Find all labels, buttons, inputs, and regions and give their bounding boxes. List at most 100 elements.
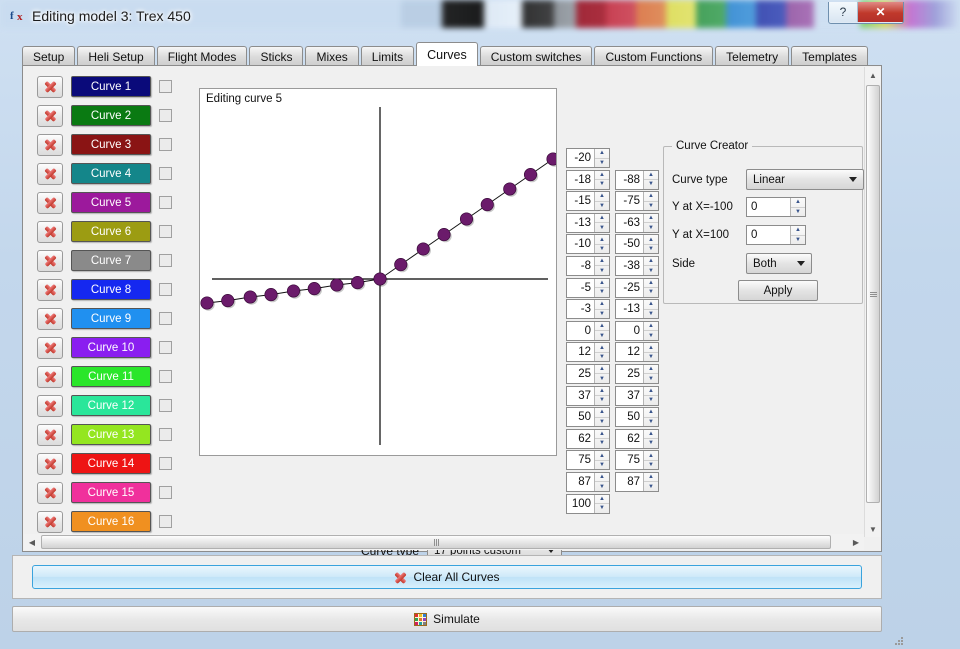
tab-setup[interactable]: Setup	[22, 46, 76, 66]
spinner-buttons[interactable]: ▲ ▼	[594, 213, 609, 232]
delete-curve-11-button[interactable]	[37, 365, 63, 388]
delete-curve-14-button[interactable]	[37, 452, 63, 475]
curve-point-6[interactable]	[307, 282, 321, 296]
curve-point-15[interactable]	[503, 182, 517, 196]
spinner-buttons[interactable]: ▲ ▼	[643, 235, 658, 254]
point-3-y-spinner[interactable]: -15 ▲ ▼	[566, 191, 610, 212]
curve-button-15[interactable]: Curve 15	[71, 482, 151, 503]
point-10-y-spinner[interactable]: 12 ▲ ▼	[566, 342, 610, 363]
delete-curve-7-button[interactable]	[37, 249, 63, 272]
spinner-buttons[interactable]: ▲ ▼	[643, 192, 658, 211]
curve-button-3[interactable]: Curve 3	[71, 134, 151, 155]
point-14-x-spinner[interactable]: 62 ▲ ▼	[615, 428, 659, 449]
spinner-buttons[interactable]: ▲ ▼	[643, 321, 658, 340]
delete-curve-1-button[interactable]	[37, 75, 63, 98]
curve-button-6[interactable]: Curve 6	[71, 221, 151, 242]
curve-point-7[interactable]	[330, 278, 344, 292]
spinner-buttons[interactable]: ▲ ▼	[643, 472, 658, 491]
curve-9-checkbox[interactable]	[159, 312, 172, 325]
spinner-buttons[interactable]: ▲ ▼	[643, 256, 658, 275]
curve-point-13[interactable]	[459, 212, 474, 226]
curve-button-13[interactable]: Curve 13	[71, 424, 151, 445]
point-5-x-spinner[interactable]: -50 ▲ ▼	[615, 234, 659, 255]
point-15-x-spinner[interactable]: 75 ▲ ▼	[615, 450, 659, 471]
spinner-buttons[interactable]: ▲ ▼	[594, 149, 609, 167]
horizontal-scroll-thumb[interactable]	[41, 535, 831, 549]
spinner-buttons[interactable]: ▲ ▼	[790, 226, 805, 244]
panel-horizontal-scrollbar[interactable]: ◀ ▶	[24, 534, 864, 550]
curve-point-5[interactable]	[286, 284, 301, 298]
tab-telemetry[interactable]: Telemetry	[715, 46, 790, 66]
curve-8-checkbox[interactable]	[159, 283, 172, 296]
spinner-buttons[interactable]: ▲ ▼	[643, 451, 658, 470]
point-3-x-spinner[interactable]: -75 ▲ ▼	[615, 191, 659, 212]
spinner-buttons[interactable]: ▲ ▼	[594, 235, 609, 254]
tab-flight-modes[interactable]: Flight Modes	[156, 46, 248, 66]
spinner-buttons[interactable]: ▲ ▼	[643, 343, 658, 362]
curve-point-3[interactable]	[243, 290, 257, 304]
curve-button-16[interactable]: Curve 16	[71, 511, 151, 532]
spinner-buttons[interactable]: ▲ ▼	[594, 494, 609, 513]
point-13-y-spinner[interactable]: 50 ▲ ▼	[566, 407, 610, 428]
creator-y-at-x100-spinner[interactable]: 0 ▲ ▼	[746, 225, 806, 245]
spinner-buttons[interactable]: ▲ ▼	[594, 278, 609, 297]
point-5-y-spinner[interactable]: -10 ▲ ▼	[566, 234, 610, 255]
scroll-up-arrow-icon[interactable]: ▲	[865, 67, 881, 83]
spinner-buttons[interactable]: ▲ ▼	[594, 343, 609, 362]
tab-templates[interactable]: Templates	[791, 46, 868, 66]
curve-10-checkbox[interactable]	[159, 341, 172, 354]
curve-point-17[interactable]	[546, 152, 556, 166]
curve-2-checkbox[interactable]	[159, 109, 172, 122]
curve-button-5[interactable]: Curve 5	[71, 192, 151, 213]
curve-point-16[interactable]	[523, 168, 538, 182]
spinner-buttons[interactable]: ▲ ▼	[594, 451, 609, 470]
curve-point-8[interactable]	[350, 276, 365, 290]
curve-button-11[interactable]: Curve 11	[71, 366, 151, 387]
curve-point-11[interactable]	[416, 242, 430, 256]
delete-curve-6-button[interactable]	[37, 220, 63, 243]
curve-point-12[interactable]	[437, 228, 451, 242]
curve-14-checkbox[interactable]	[159, 457, 172, 470]
tab-sticks[interactable]: Sticks	[249, 46, 304, 66]
spinner-buttons[interactable]: ▲ ▼	[643, 364, 658, 383]
help-button[interactable]: ?	[829, 2, 858, 22]
scroll-right-arrow-icon[interactable]: ▶	[848, 534, 864, 550]
curve-5-checkbox[interactable]	[159, 196, 172, 209]
curve-4-checkbox[interactable]	[159, 167, 172, 180]
curve-1-checkbox[interactable]	[159, 80, 172, 93]
clear-all-curves-button[interactable]: Clear All Curves	[32, 565, 862, 589]
point-13-x-spinner[interactable]: 50 ▲ ▼	[615, 407, 659, 428]
curve-button-8[interactable]: Curve 8	[71, 279, 151, 300]
curve-16-checkbox[interactable]	[159, 515, 172, 528]
delete-curve-12-button[interactable]	[37, 394, 63, 417]
panel-vertical-scrollbar[interactable]: ▲ ▼	[864, 67, 881, 537]
curve-plot[interactable]: Editing curve 5	[199, 88, 557, 456]
spinner-buttons[interactable]: ▲ ▼	[594, 472, 609, 491]
curve-button-7[interactable]: Curve 7	[71, 250, 151, 271]
spinner-buttons[interactable]: ▲ ▼	[790, 198, 805, 216]
point-16-y-spinner[interactable]: 87 ▲ ▼	[566, 471, 610, 492]
creator-side-select[interactable]: Both	[746, 253, 812, 274]
tab-mixes[interactable]: Mixes	[305, 46, 359, 66]
tab-custom-functions[interactable]: Custom Functions	[594, 46, 714, 66]
curve-button-12[interactable]: Curve 12	[71, 395, 151, 416]
curve-15-checkbox[interactable]	[159, 486, 172, 499]
point-2-y-spinner[interactable]: -18 ▲ ▼	[566, 169, 610, 190]
point-11-x-spinner[interactable]: 25 ▲ ▼	[615, 363, 659, 384]
point-1-y-spinner[interactable]: -20 ▲ ▼	[566, 148, 610, 168]
point-12-x-spinner[interactable]: 37 ▲ ▼	[615, 385, 659, 406]
tab-limits[interactable]: Limits	[360, 46, 415, 66]
curve-point-14[interactable]	[480, 198, 494, 212]
curve-button-10[interactable]: Curve 10	[71, 337, 151, 358]
scroll-left-arrow-icon[interactable]: ◀	[24, 534, 40, 550]
curve-button-14[interactable]: Curve 14	[71, 453, 151, 474]
spinner-buttons[interactable]: ▲ ▼	[594, 364, 609, 383]
delete-curve-16-button[interactable]	[37, 510, 63, 533]
scroll-down-arrow-icon[interactable]: ▼	[865, 521, 881, 537]
apply-button[interactable]: Apply	[738, 280, 818, 301]
curve-13-checkbox[interactable]	[159, 428, 172, 441]
point-9-x-spinner[interactable]: 0 ▲ ▼	[615, 320, 659, 341]
spinner-buttons[interactable]: ▲ ▼	[643, 170, 658, 189]
delete-curve-13-button[interactable]	[37, 423, 63, 446]
point-4-y-spinner[interactable]: -13 ▲ ▼	[566, 212, 610, 233]
